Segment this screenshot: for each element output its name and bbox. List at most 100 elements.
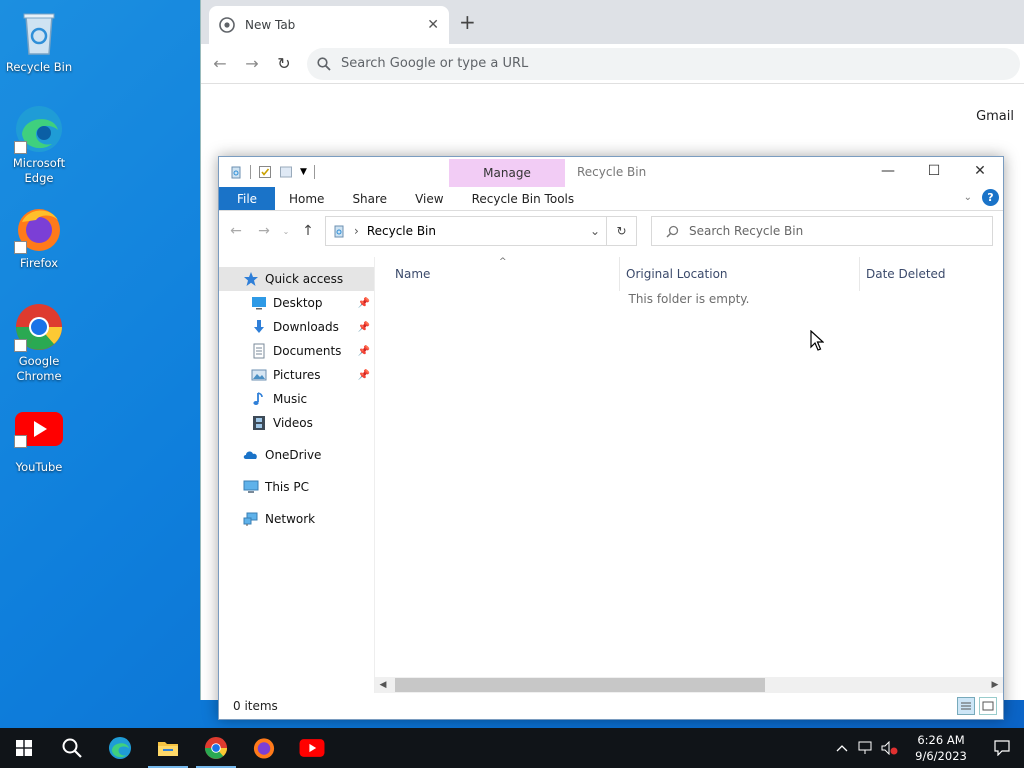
nav-item-network[interactable]: Network xyxy=(219,507,374,531)
tab-home[interactable]: Home xyxy=(275,187,338,210)
tab-share[interactable]: Share xyxy=(338,187,401,210)
maximize-button[interactable]: ☐ xyxy=(911,157,957,185)
nav-label: OneDrive xyxy=(265,448,322,462)
nav-item-desktop[interactable]: Desktop 📌 xyxy=(219,291,374,315)
chrome-icon xyxy=(204,736,228,760)
desktop-icon-label: Firefox xyxy=(19,256,59,270)
nav-item-this-pc[interactable]: This PC xyxy=(219,475,374,499)
chrome-toolbar: ← → ↻ Search Google or type a URL xyxy=(201,44,1024,84)
address-bar[interactable]: › Recycle Bin ⌄ xyxy=(325,216,607,246)
back-icon[interactable]: ← xyxy=(225,223,247,239)
cloud-icon xyxy=(243,451,257,459)
scrollbar-thumb[interactable] xyxy=(395,678,765,692)
close-button[interactable]: ✕ xyxy=(957,157,1003,185)
status-bar: 0 items xyxy=(219,693,1003,719)
nav-label: Videos xyxy=(273,416,313,430)
network-status-icon[interactable] xyxy=(854,741,878,755)
minimize-button[interactable]: — xyxy=(865,157,911,185)
youtube-icon xyxy=(14,408,64,458)
scroll-left-icon[interactable]: ◀ xyxy=(375,680,391,690)
chevron-down-icon[interactable]: ⌄ xyxy=(590,224,600,238)
taskbar-clock[interactable]: 6:26 AM 9/6/2023 xyxy=(902,732,980,764)
show-hidden-icons-icon[interactable] xyxy=(830,744,854,752)
notifications-icon[interactable] xyxy=(980,740,1024,756)
navigation-pane: Quick access Desktop 📌 Downloads 📌 Docum… xyxy=(219,257,375,693)
horizontal-scrollbar[interactable]: ◀ ▶ xyxy=(375,677,1003,693)
chrome-favicon-icon xyxy=(219,17,235,33)
manage-tab[interactable]: Manage xyxy=(449,159,565,187)
desktop-icon-recycle-bin[interactable]: Recycle Bin xyxy=(2,8,76,75)
forward-icon[interactable]: → xyxy=(253,223,275,239)
nav-item-documents[interactable]: Documents 📌 xyxy=(219,339,374,363)
tab-view[interactable]: View xyxy=(401,187,457,210)
search-button[interactable] xyxy=(48,728,96,768)
edge-icon xyxy=(14,104,64,154)
view-switcher xyxy=(957,697,997,715)
desktop-icon-chrome[interactable]: Google Chrome xyxy=(2,302,76,384)
new-folder-icon[interactable] xyxy=(279,165,293,179)
tab-file[interactable]: File xyxy=(219,187,275,210)
nav-item-music[interactable]: Music xyxy=(219,387,374,411)
taskbar: 6:26 AM 9/6/2023 xyxy=(0,728,1024,768)
chrome-tab-new-tab[interactable]: New Tab ✕ xyxy=(209,6,449,44)
desktop-icon-firefox[interactable]: Firefox xyxy=(2,204,76,271)
pin-icon: 📌 xyxy=(357,321,370,333)
close-tab-icon[interactable]: ✕ xyxy=(427,17,439,33)
details-view-icon[interactable] xyxy=(957,697,975,715)
nav-item-pictures[interactable]: Pictures 📌 xyxy=(219,363,374,387)
column-header-original-location[interactable]: Original Location xyxy=(619,257,859,291)
volume-muted-icon[interactable] xyxy=(878,741,902,755)
breadcrumb-separator-icon: › xyxy=(354,224,359,238)
file-list: ^ Name Original Location Date Deleted Th… xyxy=(375,257,1003,693)
youtube-icon xyxy=(299,739,325,757)
omnibox[interactable]: Search Google or type a URL xyxy=(307,47,1020,80)
download-arrow-icon xyxy=(254,320,264,333)
expand-ribbon-icon[interactable]: ⌄ xyxy=(964,192,972,203)
music-note-icon xyxy=(253,392,263,405)
properties-icon[interactable] xyxy=(258,165,272,179)
new-tab-button[interactable]: + xyxy=(459,12,476,32)
chrome-tab-title: New Tab xyxy=(245,18,296,32)
column-header-date-deleted[interactable]: Date Deleted xyxy=(859,257,1003,291)
nav-label: Music xyxy=(273,392,308,406)
window-controls: — ☐ ✕ xyxy=(865,157,1003,185)
nav-item-videos[interactable]: Videos xyxy=(219,411,374,435)
up-icon[interactable]: ↑ xyxy=(297,223,319,239)
refresh-button[interactable]: ↻ xyxy=(607,216,637,246)
breadcrumb[interactable]: Recycle Bin xyxy=(367,224,582,238)
windows-logo-icon xyxy=(16,740,32,756)
help-icon[interactable]: ? xyxy=(982,189,999,206)
scroll-right-icon[interactable]: ▶ xyxy=(987,680,1003,690)
firefox-icon xyxy=(253,738,275,759)
chrome-icon xyxy=(14,302,64,352)
forward-icon[interactable]: → xyxy=(243,54,261,73)
search-placeholder: Search Recycle Bin xyxy=(689,224,804,238)
chrome-tab-strip: New Tab ✕ + xyxy=(201,0,1024,44)
customize-qat-icon[interactable]: ▼ xyxy=(300,167,307,177)
sort-ascending-icon: ^ xyxy=(499,257,507,267)
address-row: ← → ⌄ ↑ › Recycle Bin ⌄ ↻ Search Recycle… xyxy=(219,211,1003,251)
ribbon-tabs: File Home Share View Recycle Bin Tools ⌄… xyxy=(219,187,1003,211)
nav-item-downloads[interactable]: Downloads 📌 xyxy=(219,315,374,339)
large-icons-view-icon[interactable] xyxy=(979,697,997,715)
taskbar-chrome[interactable] xyxy=(192,728,240,768)
desktop-icon-edge[interactable]: Microsoft Edge xyxy=(2,104,76,186)
nav-item-onedrive[interactable]: OneDrive xyxy=(219,443,374,467)
desktop-icon-label: Microsoft Edge xyxy=(12,156,66,185)
taskbar-firefox[interactable] xyxy=(240,728,288,768)
back-icon[interactable]: ← xyxy=(211,54,229,73)
reload-icon[interactable]: ↻ xyxy=(275,54,293,73)
search-input[interactable]: Search Recycle Bin xyxy=(651,216,993,246)
taskbar-edge[interactable] xyxy=(96,728,144,768)
tab-recycle-bin-tools[interactable]: Recycle Bin Tools xyxy=(459,187,587,210)
nav-item-quick-access[interactable]: Quick access xyxy=(219,267,374,291)
desktop-icon-youtube[interactable]: YouTube xyxy=(2,408,76,475)
recent-locations-icon[interactable]: ⌄ xyxy=(281,227,291,236)
omnibox-placeholder: Search Google or type a URL xyxy=(341,56,529,71)
column-header-name[interactable]: ^ Name xyxy=(375,257,619,291)
start-button[interactable] xyxy=(0,728,48,768)
taskbar-youtube[interactable] xyxy=(288,728,336,768)
gmail-link[interactable]: Gmail xyxy=(976,109,1014,124)
taskbar-file-explorer[interactable] xyxy=(144,728,192,768)
mouse-cursor-icon xyxy=(810,330,824,352)
